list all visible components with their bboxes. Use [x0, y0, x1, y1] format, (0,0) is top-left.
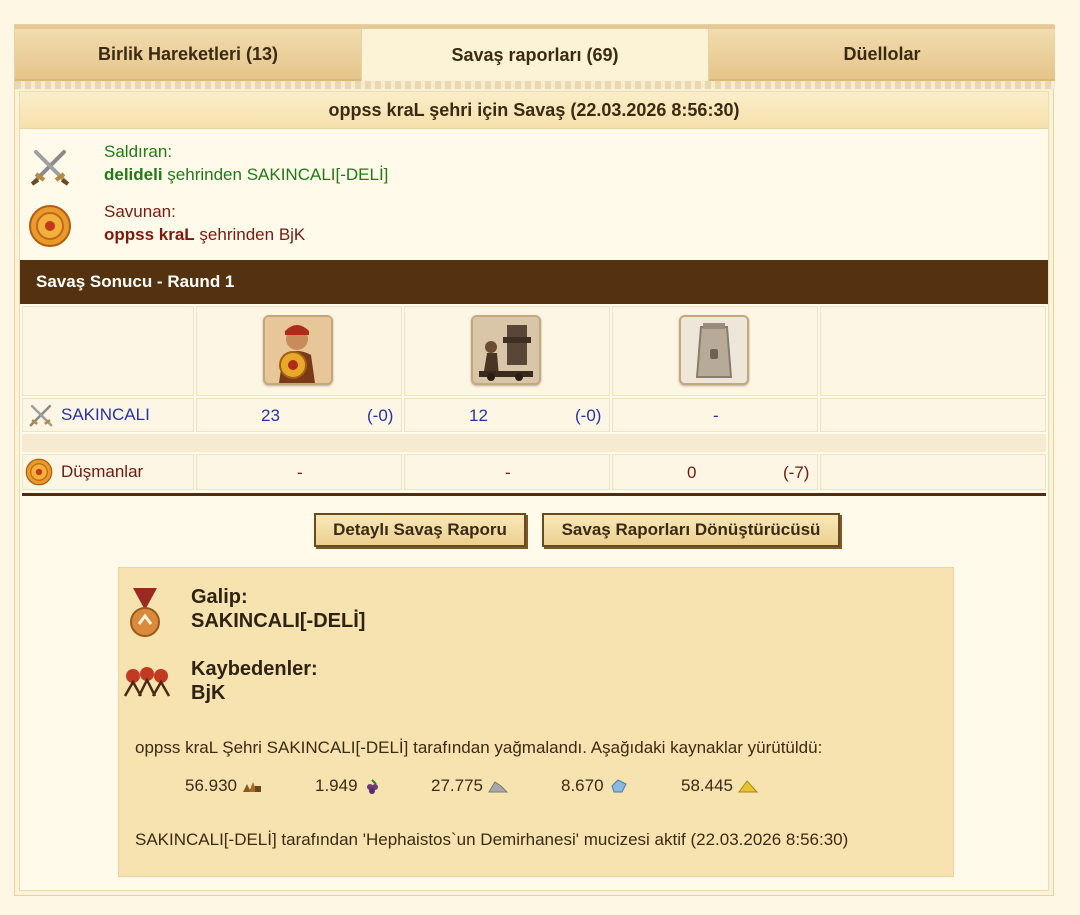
resource-value: 27.775 — [431, 776, 483, 795]
defender-info: Savunan: oppss kraL şehrinden BjK — [28, 202, 728, 252]
resource-value: 58.445 — [681, 776, 733, 795]
siege-ram-unit-icon[interactable] — [471, 315, 541, 385]
winner-name: SAKINCALI[-DELİ] — [191, 610, 366, 632]
resource-wood: 56.930 — [185, 776, 263, 796]
attacker-info: Saldıran: delideli şehrinden SAKINCALI[-… — [28, 142, 728, 192]
unit-count: - — [713, 406, 719, 425]
defender-origin-text: şehrinden BjK — [194, 225, 306, 244]
shield-icon — [29, 205, 71, 247]
attacker-name-link[interactable]: SAKINCALI — [61, 405, 150, 425]
table-cell: 23 (-0) — [196, 398, 402, 432]
report-title: oppss kraL şehri için Savaş (22.03.2026 … — [20, 92, 1048, 129]
table-cell: - — [404, 454, 610, 490]
wall-unit-icon[interactable] — [679, 315, 749, 385]
table-cell: 0 (-7) — [612, 454, 818, 490]
defeated-army-icon — [123, 667, 171, 697]
unit-loss: (-0) — [575, 406, 602, 425]
table-header-unit-3 — [612, 306, 818, 396]
resource-crystal: 8.670 — [561, 776, 630, 796]
plunder-message: oppss kraL Şehri SAKINCALI[-DELİ] tarafı… — [135, 738, 823, 757]
attacker-city-link[interactable]: delideli — [104, 165, 163, 184]
resource-sulfur: 58.445 — [681, 776, 759, 796]
defender-role-label: Savunan: — [104, 202, 176, 221]
wood-icon — [243, 782, 261, 792]
battle-result-header: Savaş Sonucu - Raund 1 — [20, 260, 1048, 304]
defender-city-link[interactable]: oppss kraL — [104, 225, 195, 244]
resource-marble: 27.775 — [431, 776, 509, 796]
losers-name: BjK — [191, 682, 226, 704]
sulfur-icon — [738, 780, 759, 793]
table-cell: - — [612, 398, 818, 432]
table-cell — [820, 454, 1046, 490]
wonder-message: SAKINCALI[-DELİ] tarafından 'Hephaistos`… — [135, 830, 849, 849]
unit-count: - — [505, 463, 511, 482]
table-row-defender-label: Düşmanlar — [22, 454, 194, 490]
losers-label: Kaybedenler: — [191, 658, 318, 680]
battle-summary: Galip: SAKINCALI[-DELİ] Kaybedenler: BjK… — [118, 567, 954, 877]
crystal-icon — [610, 779, 627, 793]
winner-label: Galip: — [191, 586, 248, 608]
table-row-attacker-label: SAKINCALI — [22, 398, 194, 432]
wine-icon — [366, 779, 378, 794]
attacker-origin: delideli şehrinden SAKINCALI[-DELİ] — [104, 165, 388, 185]
attacker-origin-text: şehrinden SAKINCALI[-DELİ] — [162, 165, 389, 184]
resource-value: 8.670 — [561, 776, 604, 795]
table-header-empty-end — [820, 306, 1046, 396]
table-header-unit-2 — [404, 306, 610, 396]
shield-icon — [25, 458, 53, 486]
crossed-swords-icon — [29, 404, 53, 427]
table-cell — [820, 398, 1046, 432]
defender-name: Düşmanlar — [61, 462, 144, 481]
unit-count: 12 — [469, 406, 488, 425]
resource-wine: 1.949 — [315, 776, 384, 796]
crossed-swords-icon — [30, 150, 70, 186]
unit-loss: (-0) — [367, 406, 394, 425]
marble-icon — [488, 781, 509, 793]
row-spacer — [22, 434, 1046, 452]
battle-report-window: Birlik Hareketleri (13) Savaş raporları … — [14, 24, 1055, 896]
table-header-empty — [22, 306, 194, 396]
tab-bar: Birlik Hareketleri (13) Savaş raporları … — [15, 29, 1055, 81]
decorative-border — [15, 81, 1055, 89]
table-cell: 12 (-0) — [404, 398, 610, 432]
resource-value: 56.930 — [185, 776, 237, 795]
report-panel: oppss kraL şehri için Savaş (22.03.2026 … — [19, 91, 1049, 891]
table-cell: - — [196, 454, 402, 490]
resource-value: 1.949 — [315, 776, 358, 795]
unit-count: - — [297, 463, 303, 482]
attacker-role-label: Saldıran: — [104, 142, 173, 161]
tab-troop-movements[interactable]: Birlik Hareketleri (13) — [15, 29, 361, 81]
report-converter-button[interactable]: Savaş Raporları Dönüştürücüsü — [542, 513, 840, 547]
medal-icon — [130, 588, 160, 637]
hoplite-unit-icon[interactable] — [263, 315, 333, 385]
detailed-report-button[interactable]: Detaylı Savaş Raporu — [314, 513, 526, 547]
unit-count: 23 — [261, 406, 280, 425]
unit-loss: (-7) — [783, 463, 810, 482]
table-header-unit-1 — [196, 306, 402, 396]
tab-battle-reports[interactable]: Savaş raporları (69) — [361, 29, 709, 81]
tab-duels[interactable]: Düellolar — [709, 29, 1055, 81]
unit-count: 0 — [687, 463, 697, 482]
defender-origin: oppss kraL şehrinden BjK — [104, 225, 305, 245]
table-divider — [22, 493, 1046, 496]
